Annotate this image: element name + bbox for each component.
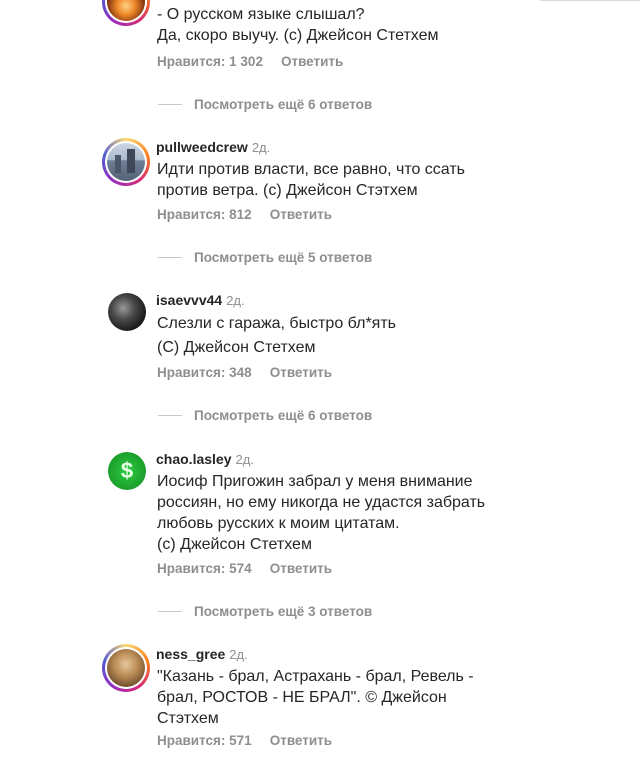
dollar-avatar-icon[interactable]: $ — [108, 452, 146, 490]
likes-count[interactable]: Нравится: 348 — [157, 365, 252, 380]
avatar[interactable] — [102, 0, 150, 26]
comment-line: Слезли с гаража, быстро бл*ять — [157, 315, 396, 332]
likes-count[interactable]: Нравится: 571 — [157, 733, 252, 748]
comment-line: Идти против власти, все равно, что ссать — [157, 161, 466, 178]
likes-count[interactable]: Нравится: 1 302 — [157, 54, 263, 69]
dark-avatar-icon[interactable] — [108, 293, 146, 331]
comment-username[interactable]: ness_gree 2д. — [156, 646, 248, 662]
dollar-glyph: $ — [120, 458, 134, 483]
gold-avatar-icon — [107, 649, 145, 687]
comment-line: Иосиф Пригожин забрал у меня внимание — [157, 473, 473, 490]
view-more-replies[interactable]: Посмотреть ещё 6 ответов — [158, 97, 372, 112]
view-more-label: Посмотреть ещё 6 ответов — [194, 97, 373, 112]
comment-line: россиян, но ему никогда не удастся забра… — [157, 494, 486, 511]
view-more-replies[interactable]: Посмотреть ещё 6 ответов — [158, 408, 372, 423]
comment-time: 2д. — [251, 140, 271, 155]
username-label: pullweedcrew — [156, 139, 248, 155]
likes-count[interactable]: Нравится: 812 — [157, 207, 252, 222]
comment-line: (с) Джейсон Стетхем — [157, 536, 312, 553]
view-more-label: Посмотреть ещё 6 ответов — [194, 408, 373, 423]
comment-text: Слезли с гаража, быстро бл*ять (С) Джейс… — [157, 313, 527, 358]
comment-username[interactable]: chao.lasley 2д. — [156, 451, 254, 467]
comment-time: 2д. — [229, 647, 248, 662]
comment-line: любовь русских к моим цитатам. — [157, 515, 400, 532]
comment-line: (С) Джейсон Стетхем — [157, 339, 316, 356]
comment-line: "Казань - брал, Астрахань - брал, Ревель… — [157, 668, 474, 685]
comment-meta: Нравится: 348 Ответить — [157, 365, 332, 380]
comment-text: Иосиф Пригожин забрал у меня внимание ро… — [157, 471, 527, 555]
view-more-replies[interactable]: Посмотреть ещё 5 ответов — [158, 250, 372, 265]
comment-text: Идти против власти, все равно, что ссать… — [157, 159, 527, 201]
comment-line: Да, скоро выучу. (с) Джейсон Стетхем — [157, 27, 439, 44]
comment-meta: Нравится: 812 Ответить — [157, 207, 332, 222]
comment-username[interactable]: isaevvv44 2д. — [156, 292, 245, 308]
comment-text: - О русском языке слышал? Да, скоро выуч… — [157, 4, 527, 46]
city-avatar-icon — [107, 143, 145, 181]
view-more-replies[interactable]: Посмотреть ещё 3 ответов — [158, 604, 372, 619]
avatar[interactable] — [102, 138, 150, 186]
comment-line: - О русском языке слышал? — [157, 6, 365, 23]
comment-meta: Нравится: 574 Ответить — [157, 561, 332, 576]
reply-button[interactable]: Ответить — [270, 365, 332, 380]
fire-avatar-icon — [107, 0, 145, 21]
comment-line: против ветра. (с) Джейсон Стэтхем — [157, 182, 418, 199]
reply-button[interactable]: Ответить — [281, 54, 343, 69]
divider — [158, 104, 182, 105]
top-divider — [540, 0, 640, 1]
comment-username[interactable]: pullweedcrew 2д. — [156, 139, 270, 155]
comment-line: Стэтхем — [157, 710, 219, 727]
reply-button[interactable]: Ответить — [270, 733, 332, 748]
username-label: isaevvv44 — [156, 292, 223, 308]
view-more-label: Посмотреть ещё 5 ответов — [194, 250, 373, 265]
username-label: ness_gree — [156, 646, 226, 662]
comment-time: 2д. — [226, 293, 245, 308]
comment-line: брал, РОСТОВ - НЕ БРАЛ". © Джейсон — [157, 689, 447, 706]
view-more-label: Посмотреть ещё 3 ответов — [194, 604, 373, 619]
comment-meta: Нравится: 1 302 Ответить — [157, 54, 343, 69]
username-label: chao.lasley — [156, 451, 232, 467]
reply-button[interactable]: Ответить — [270, 561, 332, 576]
comment-text: "Казань - брал, Астрахань - брал, Ревель… — [157, 666, 527, 729]
divider — [158, 257, 182, 258]
comment-time: 2д. — [235, 452, 254, 467]
comment-meta: Нравится: 571 Ответить — [157, 733, 332, 748]
divider — [158, 415, 182, 416]
reply-button[interactable]: Ответить — [270, 207, 332, 222]
likes-count[interactable]: Нравится: 574 — [157, 561, 252, 576]
avatar[interactable] — [102, 644, 150, 692]
divider — [158, 611, 182, 612]
